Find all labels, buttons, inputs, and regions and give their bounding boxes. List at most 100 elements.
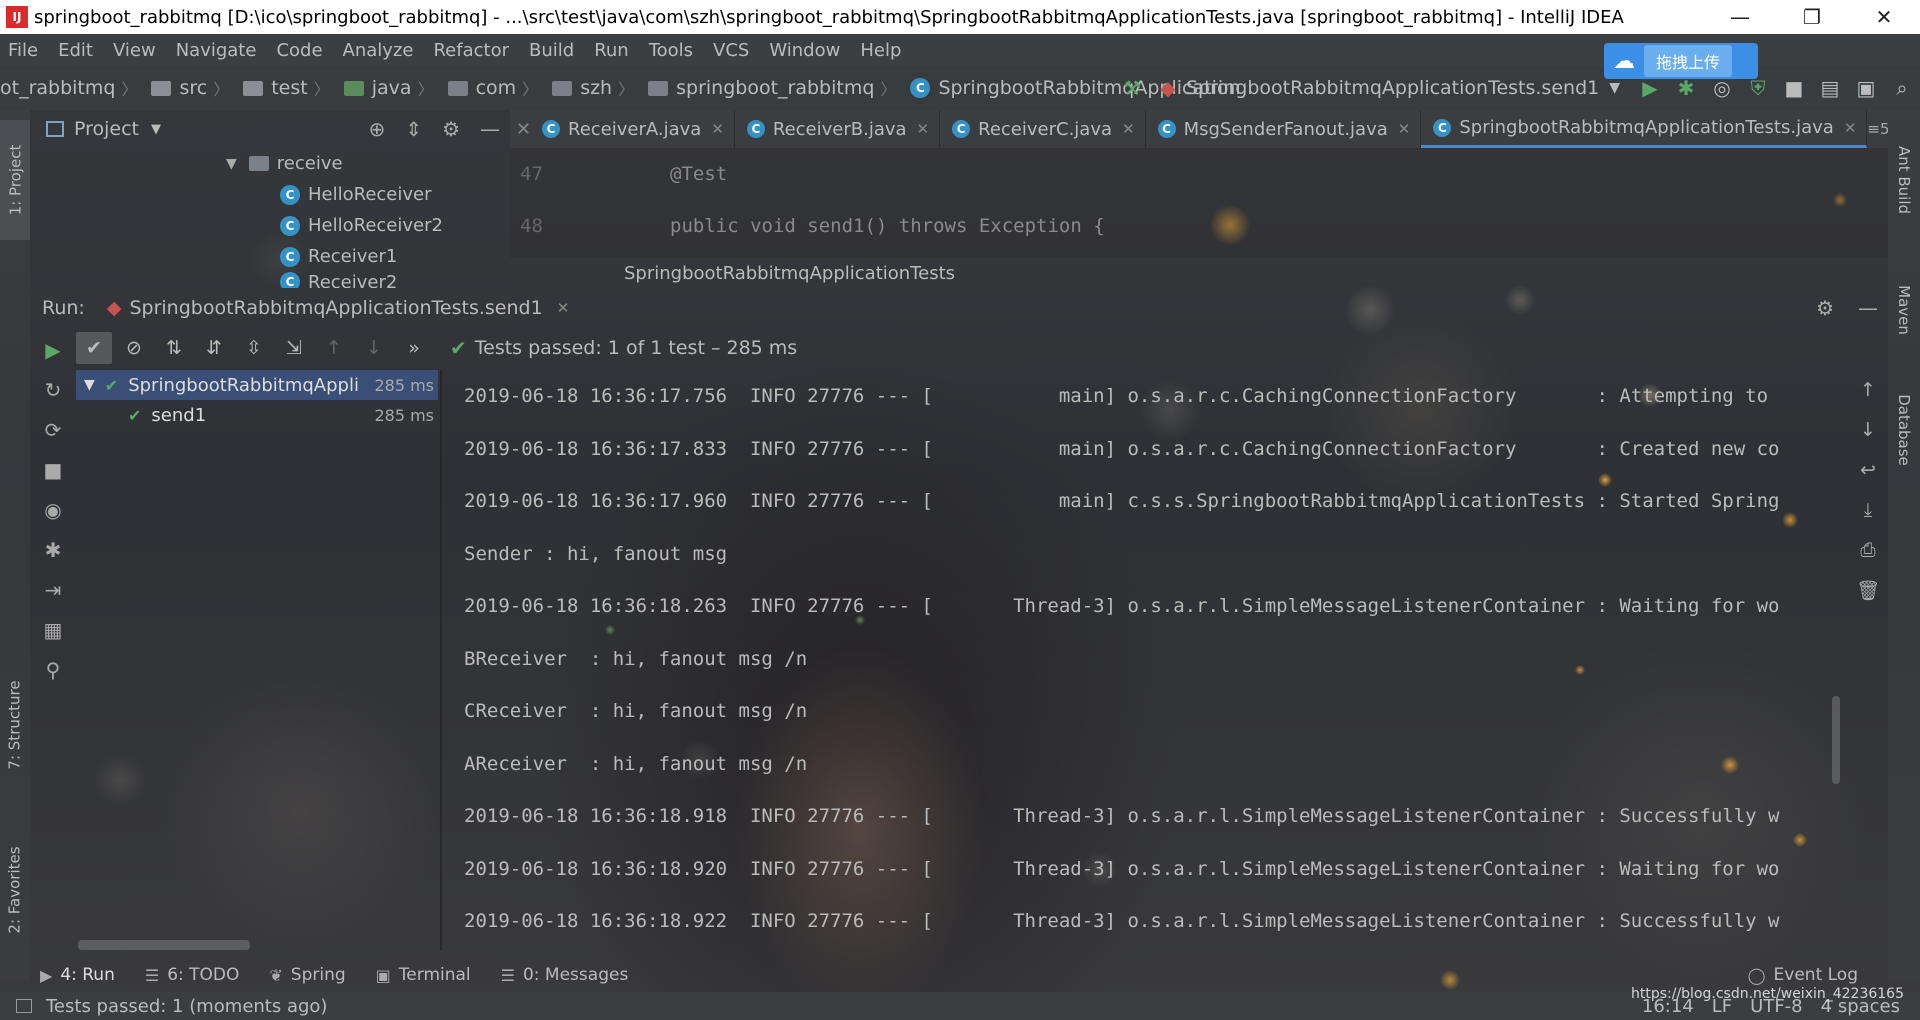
hide-panel-icon[interactable]: — [1858, 296, 1878, 320]
search-icon[interactable]: ⌕ [1884, 70, 1920, 106]
layout-icon[interactable]: ▦ [30, 610, 76, 650]
camera-icon[interactable]: ◉ [30, 490, 76, 530]
database-tool-tab[interactable]: Database [1888, 370, 1920, 490]
settings-bug-icon[interactable]: ✱ [30, 530, 76, 570]
test-tree-node-class[interactable]: ▼ ✔ SpringbootRabbitmqAppli 285 ms [76, 370, 438, 400]
tab-overflow-indicator[interactable]: ≡5 [1867, 120, 1888, 138]
bottom-tab[interactable]: ❦ Spring [269, 965, 345, 985]
breadcrumb-springboot-rabbitmq[interactable]: springboot_rabbitmq 〉 [648, 76, 904, 100]
upload-badge[interactable]: ☁ 拖拽上传 [1604, 43, 1758, 79]
tab-scroll-left-icon[interactable]: ✕ [510, 119, 531, 140]
bottom-tab[interactable]: ☰ 0: Messages [501, 965, 629, 985]
close-tab-icon[interactable]: ✕ [1122, 120, 1135, 138]
close-tab-icon[interactable]: ✕ [711, 120, 724, 138]
menu-view[interactable]: View [113, 40, 156, 61]
editor-tab[interactable]: C SpringbootRabbitmqApplicationTests.java… [1421, 110, 1868, 148]
menu-vcs[interactable]: VCS [713, 40, 749, 61]
test-tree-node-method[interactable]: ✔ send1 285 ms [76, 400, 438, 430]
pin-icon[interactable]: ⚲ [30, 650, 76, 690]
code-editor[interactable]: 47 48 @Test public void send1() throws E… [510, 148, 1888, 258]
hide-panel-icon[interactable]: — [480, 117, 500, 141]
run-config-selector[interactable]: ◆ SpringbootRabbitmqApplicationTests.sen… [1150, 70, 1620, 106]
expand-all-icon[interactable]: ⇳ [236, 332, 272, 364]
project-structure-icon[interactable]: ▤ [1812, 70, 1848, 106]
toggle-auto-test-icon[interactable]: ⟳ [30, 410, 76, 450]
breadcrumb-test[interactable]: test 〉 [243, 76, 338, 100]
ant-build-tool-tab[interactable]: Ant Build [1888, 120, 1920, 240]
editor-breadcrumb[interactable]: SpringbootRabbitmqApplicationTests [510, 258, 1888, 288]
more-icon[interactable]: » [396, 332, 432, 364]
menu-code[interactable]: Code [276, 40, 322, 61]
menu-build[interactable]: Build [529, 40, 574, 61]
restore-icon[interactable]: ❐ [1776, 0, 1848, 34]
collapse-all-icon[interactable]: ⇕ [405, 117, 422, 141]
editor-tab[interactable]: C MsgSenderFanout.java ✕ [1146, 110, 1422, 148]
console-scrollbar[interactable] [1832, 696, 1840, 784]
breadcrumb-java[interactable]: java 〉 [343, 76, 442, 100]
console-output[interactable]: 2019-06-18 16:36:17.756 INFO 27776 --- [… [440, 370, 1858, 950]
maven-tool-tab[interactable]: Maven [1888, 260, 1920, 360]
editor-tab[interactable]: C ReceiverA.java ✕ [530, 110, 735, 148]
gear-icon[interactable]: ⚙ [442, 117, 460, 141]
expand-triangle-icon[interactable]: ▼ [226, 156, 237, 172]
project-tree-class[interactable]: C HelloReceiver2 [30, 210, 510, 241]
menu-run[interactable]: Run [594, 40, 629, 61]
locate-file-icon[interactable]: ⊕ [369, 117, 386, 141]
menu-tools[interactable]: Tools [649, 40, 693, 61]
project-tree-class[interactable]: C Receiver1 [30, 241, 510, 272]
menu-analyze[interactable]: Analyze [343, 40, 414, 61]
tool-window-toggle-icon[interactable] [16, 999, 32, 1013]
breadcrumb-com[interactable]: com 〉 [447, 76, 547, 100]
bottom-tab[interactable]: ☰ 6: TODO [145, 965, 240, 985]
show-passed-icon[interactable]: ✔ [76, 332, 112, 364]
menu-navigate[interactable]: Navigate [176, 40, 257, 61]
project-tool-tab[interactable]: 1: Project [0, 120, 30, 240]
rerun-failed-icon[interactable]: ↻ [30, 370, 76, 410]
previous-failed-icon[interactable]: ↑ [316, 332, 352, 364]
close-tab-icon[interactable]: ✕ [557, 299, 570, 317]
sort-by-duration-icon[interactable]: ⇵ [196, 332, 232, 364]
print-icon[interactable]: ⎙ [1848, 530, 1888, 570]
scroll-up-icon[interactable]: ↑ [1848, 370, 1888, 410]
close-tab-icon[interactable]: ✕ [1844, 119, 1857, 137]
close-icon[interactable]: ✕ [1848, 0, 1920, 34]
menu-file[interactable]: File [8, 40, 38, 61]
scroll-down-icon[interactable]: ↓ [1848, 410, 1888, 450]
collapse-all-icon[interactable]: ⇲ [276, 332, 312, 364]
run-tab-title[interactable]: SpringbootRabbitmqApplicationTests.send1 [129, 297, 542, 319]
editor-tab[interactable]: C ReceiverB.java ✕ [735, 110, 941, 148]
menu-edit[interactable]: Edit [58, 40, 93, 61]
test-tree-scrollbar[interactable] [78, 940, 250, 950]
breadcrumb-src[interactable]: src 〉 [151, 76, 237, 100]
breadcrumb-szh[interactable]: szh 〉 [552, 76, 642, 100]
editor-tab[interactable]: C ReceiverC.java ✕ [940, 110, 1146, 148]
sort-alphabetically-icon[interactable]: ⇅ [156, 332, 192, 364]
stop-icon[interactable]: ■ [30, 450, 76, 490]
project-view-title[interactable]: Project [74, 118, 139, 140]
chevron-down-icon[interactable]: ▼ [151, 122, 161, 137]
next-failed-icon[interactable]: ↓ [356, 332, 392, 364]
stop-icon[interactable]: ■ [1776, 70, 1812, 106]
minimize-icon[interactable]: — [1704, 0, 1776, 34]
build-hammer-icon[interactable]: ⚒ [1114, 70, 1150, 106]
favorites-tool-tab[interactable]: 2: Favorites [0, 810, 30, 970]
menu-refactor[interactable]: Refactor [433, 40, 509, 61]
expand-triangle-icon[interactable]: ▼ [84, 377, 95, 393]
menu-window[interactable]: Window [769, 40, 840, 61]
close-tab-icon[interactable]: ✕ [1398, 120, 1411, 138]
clear-all-icon[interactable]: 🗑 [1848, 570, 1888, 610]
soft-wrap-icon[interactable]: ↩ [1848, 450, 1888, 490]
rerun-icon[interactable]: ▶ [30, 330, 76, 370]
scroll-to-end-icon[interactable]: ⤓ [1848, 490, 1888, 530]
exit-icon[interactable]: ⇥ [30, 570, 76, 610]
project-tree-class[interactable]: C Receiver2 [30, 272, 510, 288]
structure-tool-tab[interactable]: 7: Structure [0, 650, 30, 800]
bottom-tab[interactable]: ▶ 4: Run [40, 965, 115, 985]
event-log-tab[interactable]: ◯ Event Log [1748, 965, 1858, 985]
sdk-icon[interactable]: ▣ [1848, 70, 1884, 106]
gear-icon[interactable]: ⚙ [1816, 296, 1834, 320]
project-tree-class[interactable]: C HelloReceiver [30, 179, 510, 210]
project-tree-folder[interactable]: ▼ receive [30, 148, 510, 179]
menu-help[interactable]: Help [860, 40, 901, 61]
breadcrumb-project[interactable]: ot_rabbitmq 〉 [0, 76, 145, 100]
